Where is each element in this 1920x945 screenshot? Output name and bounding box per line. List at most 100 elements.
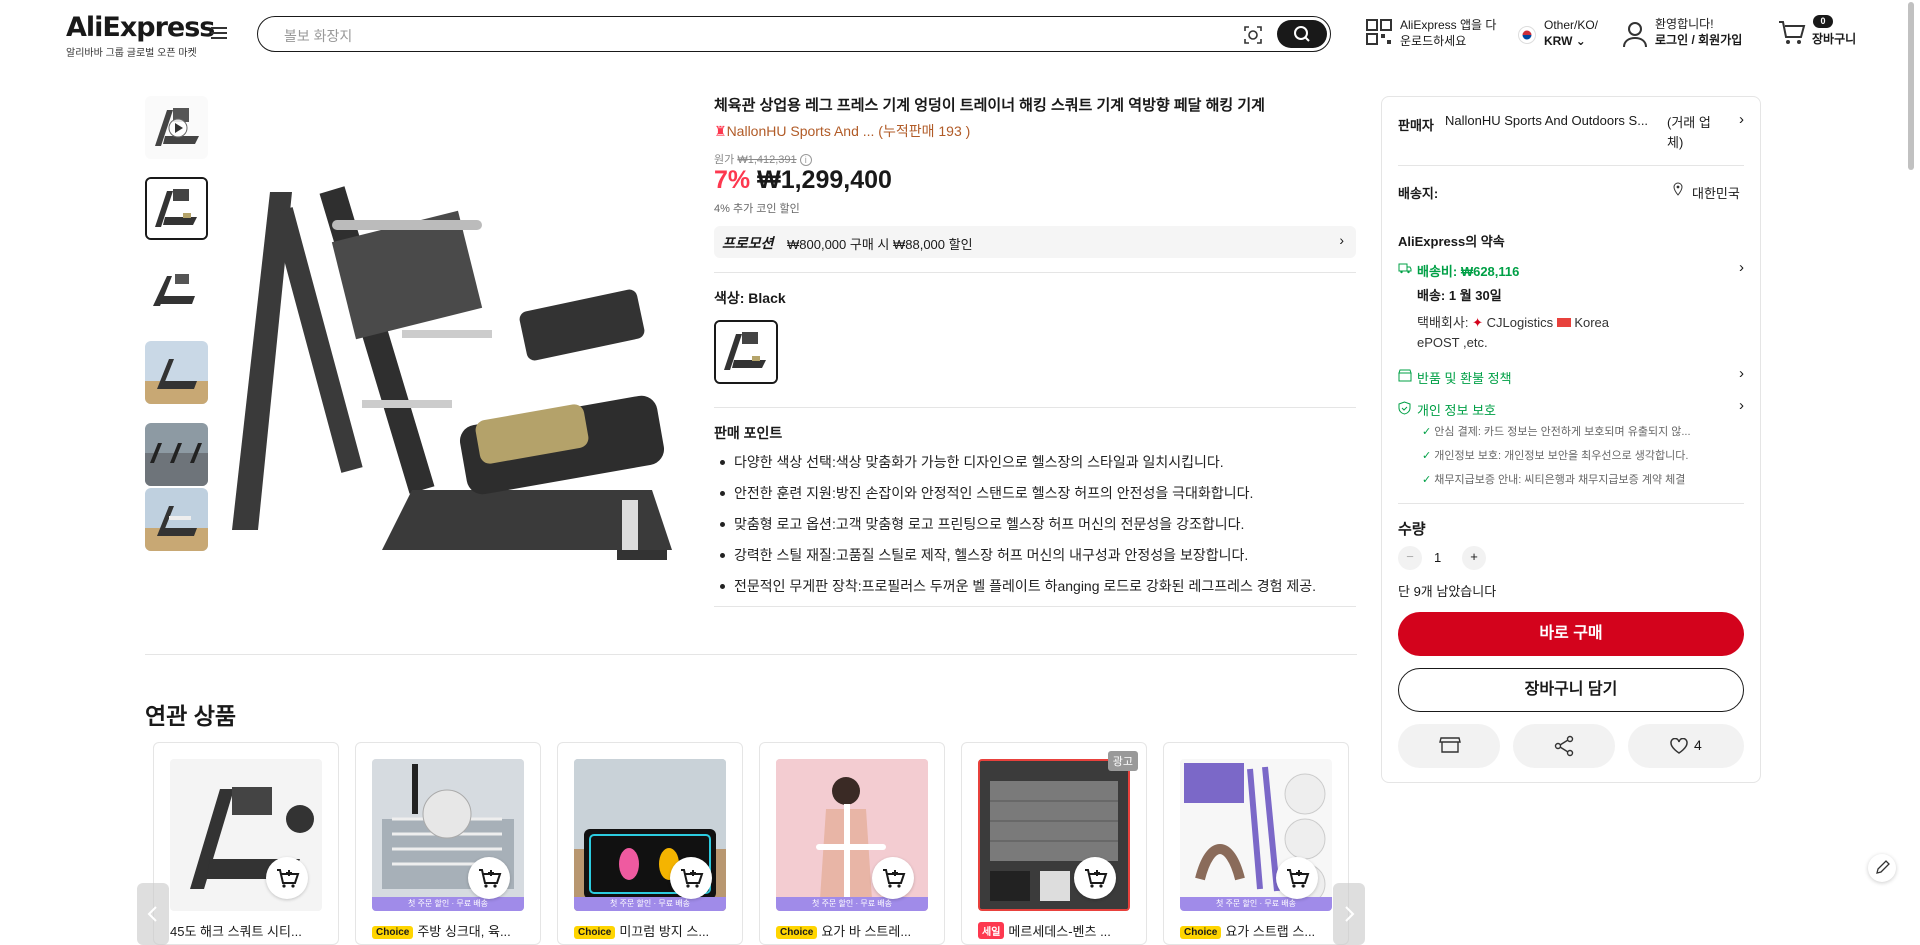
chevron-right-icon[interactable]: › — [1739, 111, 1744, 128]
scrollbar-thumb[interactable] — [1908, 2, 1914, 170]
search-button[interactable] — [1277, 20, 1327, 48]
feedback-edit-button[interactable] — [1868, 854, 1896, 882]
color-label: 색상: Black — [714, 290, 786, 306]
product-name-text: 미끄럼 방지 스... — [619, 924, 710, 939]
wishlist-button[interactable]: 4 — [1628, 724, 1744, 768]
selling-point: 다양한 색상 선택:색상 맞춤화가 가능한 디자인으로 헬스장의 스타일과 일치… — [714, 452, 1364, 483]
price: 7% ₩1,299,400 — [714, 166, 892, 195]
carousel-next-button[interactable] — [1333, 883, 1365, 945]
qty-plus-button[interactable]: + — [1462, 546, 1486, 570]
privacy-item: ✓ 채무지급보증 안내: 씨티은행과 채무지급보증 계약 체결 — [1422, 471, 1685, 487]
product-name[interactable]: Choice 요가 스트랩 스... — [1180, 921, 1340, 940]
qty-value[interactable]: 1 — [1434, 550, 1441, 565]
app-download-link[interactable]: AliExpress 앱을 다 운로드하세요 — [1400, 17, 1496, 49]
product-name[interactable]: Choice 요가 바 스트레... — [776, 921, 936, 940]
search-input[interactable]: 볼보 화장지 — [284, 26, 352, 46]
product-title: 체육관 상업용 레그 프레스 기계 엉덩이 트레이너 해킹 스쿼트 기계 역방향… — [714, 97, 1265, 114]
add-to-cart-icon[interactable] — [1276, 857, 1318, 899]
add-to-cart-icon[interactable] — [872, 857, 914, 899]
product-name[interactable]: 세일 메르세데스-벤츠 ... — [978, 921, 1138, 940]
search-bar[interactable]: 볼보 화장지 — [257, 16, 1331, 52]
thumbnail-4[interactable] — [145, 341, 208, 404]
search-icon — [1294, 26, 1310, 42]
choice-tag: Choice — [372, 926, 414, 939]
add-to-cart-icon[interactable] — [468, 857, 510, 899]
promo-text: ₩800,000 구매 시 ₩88,000 할인 — [787, 237, 973, 252]
seller-type: (거래 업체) — [1667, 115, 1711, 150]
promo-strip: 첫 주문 할인 · 무료 배송 — [372, 897, 524, 911]
product-card[interactable]: 첫 주문 할인 · 무료 배송 Choice 요가 바 스트레... — [759, 742, 945, 945]
color-option-black[interactable] — [714, 320, 778, 384]
product-card[interactable]: 광고 세일 메르세데스-벤츠 ... — [961, 742, 1147, 945]
product-name[interactable]: Choice 주방 싱크대, 육... — [372, 921, 532, 940]
seller-name[interactable]: NallonHU Sports And Outdoors S... — [1445, 113, 1665, 128]
region-selector[interactable]: Other/KO/ KRW ⌄ — [1544, 17, 1598, 49]
menu-icon[interactable] — [211, 26, 227, 40]
main-product-image[interactable] — [222, 170, 690, 570]
orig-label: 원가 — [714, 154, 735, 166]
store-icon: ♜ — [714, 123, 727, 139]
divider — [1398, 165, 1744, 166]
chevron-left-icon — [147, 906, 157, 922]
promotion-banner[interactable]: 프로모션 ₩800,000 구매 시 ₩88,000 할인 › — [714, 226, 1356, 258]
add-to-cart-icon[interactable] — [1074, 857, 1116, 899]
add-to-cart-icon[interactable] — [670, 857, 712, 899]
store-button[interactable] — [1398, 724, 1500, 768]
carrier-info: 택배회사: ✦ CJLogistics Korea ePOST ,etc. — [1417, 313, 1687, 353]
ship-to-value[interactable]: 대한민국 — [1692, 183, 1740, 202]
qty-minus-button[interactable]: − — [1398, 546, 1422, 570]
privacy-item-text: 채무지급보증 안내: 씨티은행과 채무지급보증 계약 체결 — [1434, 474, 1686, 486]
account-link[interactable]: 환영합니다! 로그인 / 회원가입 — [1655, 16, 1742, 48]
qr-icon[interactable] — [1365, 18, 1393, 48]
store-link[interactable]: ♜NallonHU Sports And ... (누적판매 193 ) — [714, 121, 970, 141]
page-scrollbar[interactable] — [1906, 0, 1916, 945]
check-icon: ✓ — [1422, 450, 1432, 462]
thumbnail-5[interactable] — [145, 423, 208, 486]
buy-now-button[interactable]: 바로 구매 — [1398, 612, 1744, 656]
coin-discount: 4% 추가 코인 할인 — [714, 203, 800, 215]
product-card[interactable]: 첫 주문 할인 · 무료 배송 Choice 요가 스트랩 스... — [1163, 742, 1349, 945]
refund-policy[interactable]: 반품 및 환불 정책 — [1417, 368, 1512, 387]
logo-text: AliExpress — [66, 12, 215, 43]
user-icon[interactable] — [1622, 20, 1648, 48]
cart-label[interactable]: 장바구니 — [1812, 31, 1856, 47]
share-button[interactable] — [1513, 724, 1615, 768]
selling-points-title: 판매 포인트 — [714, 425, 783, 441]
product-card[interactable]: 첫 주문 할인 · 무료 배송 Choice 주방 싱크대, 육... — [355, 742, 541, 945]
camera-search-icon[interactable] — [1242, 24, 1264, 46]
aliexpress-logo[interactable]: AliExpress 알리바바 그룹 글로벌 오픈 마켓 — [66, 12, 215, 59]
carrier-label: 택배회사: — [1417, 315, 1469, 330]
product-card[interactable]: 첫 주문 할인 · 무료 배송 Choice 미끄럼 방지 스... — [557, 742, 743, 945]
thumbnail-video[interactable] — [145, 96, 208, 159]
product-name-text: 주방 싱크대, 육... — [417, 924, 511, 939]
selling-point: 강력한 스틸 재질:고품질 스틸로 제작, 헬스장 허프 머신의 내구성과 안정… — [714, 545, 1364, 576]
thumbnail-2[interactable] — [145, 177, 208, 240]
carrier3: ePOST ,etc. — [1417, 335, 1488, 350]
add-to-cart-icon[interactable] — [266, 857, 308, 899]
sale-price: ₩1,299,400 — [757, 166, 892, 194]
product-name[interactable]: 45도 해크 스쿼트 시티... — [170, 921, 330, 940]
chevron-right-icon[interactable]: › — [1739, 365, 1744, 382]
selling-point: 맞춤형 로고 옵션:고객 맞춤형 로고 프린팅으로 헬스장 허프 머신의 전문성… — [714, 514, 1364, 545]
purchase-panel: 판매자 NallonHU Sports And Outdoors S... (거… — [1381, 96, 1761, 783]
product-name[interactable]: Choice 미끄럼 방지 스... — [574, 921, 734, 940]
selling-point: 전문적인 무게판 장착:프로필러스 두꺼운 벨 플레이트 하anging 로드로… — [714, 576, 1364, 607]
product-card[interactable]: 45도 해크 스쿼트 시티... — [153, 742, 339, 945]
cart-count-badge: 0 — [1813, 15, 1833, 28]
carousel-prev-button[interactable] — [137, 883, 169, 945]
chevron-right-icon[interactable]: › — [1739, 259, 1744, 276]
thumbnail-3[interactable] — [145, 260, 208, 323]
thumbnail-6[interactable] — [145, 488, 208, 551]
privacy-item-text: 개인정보 보호: 개인정보 보안을 최우선으로 생각합니다. — [1434, 450, 1689, 462]
app-line2: 운로드하세요 — [1400, 34, 1467, 48]
pencil-icon — [1876, 860, 1890, 874]
location-pin-icon — [1672, 182, 1684, 196]
cart-icon[interactable] — [1778, 20, 1806, 46]
chevron-right-icon — [1345, 906, 1355, 922]
privacy-protection[interactable]: 개인 정보 보호 — [1417, 400, 1496, 419]
region-line1: Other/KO/ — [1544, 18, 1599, 32]
choice-tag: Choice — [1180, 926, 1222, 939]
add-to-cart-button[interactable]: 장바구니 담기 — [1398, 668, 1744, 712]
chevron-right-icon[interactable]: › — [1739, 397, 1744, 414]
info-icon[interactable]: i — [799, 154, 812, 166]
